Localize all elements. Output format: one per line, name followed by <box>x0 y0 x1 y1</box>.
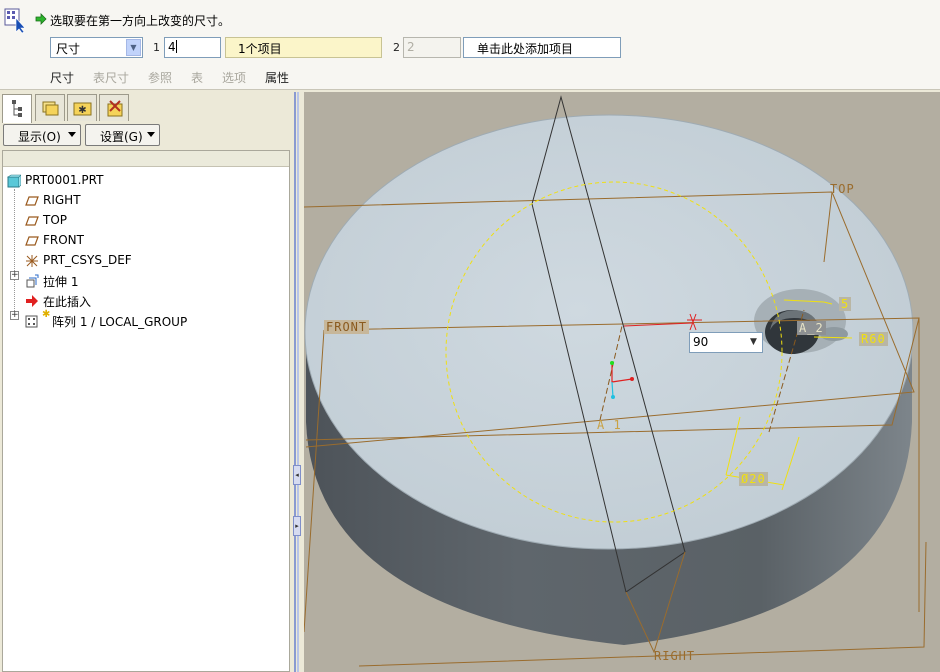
tab-connections[interactable] <box>99 94 129 121</box>
part-icon <box>7 174 22 188</box>
show-menu-button[interactable]: 显示(O) <box>3 124 81 146</box>
pattern-icon <box>25 314 39 328</box>
direction1-collector[interactable]: 1个项目 <box>225 37 382 58</box>
plane-label-front[interactable]: FRONT <box>324 320 370 334</box>
expand-right-icon[interactable]: ▸ <box>293 516 301 536</box>
collapse-left-icon[interactable]: ◂ <box>293 465 301 485</box>
tab-model-tree[interactable] <box>2 94 32 123</box>
expand-icon[interactable]: + <box>10 271 19 280</box>
tab-tables[interactable]: 表 <box>191 69 203 86</box>
extrude-icon <box>25 274 39 288</box>
dimension-type-value: 尺寸 <box>56 42 81 56</box>
direction1-number: 1 <box>153 41 160 54</box>
tab-options[interactable]: 选项 <box>222 69 246 86</box>
dimension-type-select[interactable]: 尺寸 ▼ <box>50 37 143 58</box>
pattern-dashboard: 选取要在第一方向上改变的尺寸。 尺寸 ▼ 1 4 1个项目 2 2 单击此处添加… <box>0 0 940 90</box>
folder-icon <box>42 101 59 116</box>
model-tree: PRT0001.PRT RIGHT TOP FRONT PRT_CSYS_DEF… <box>2 150 290 672</box>
graphics-window[interactable]: TOP FRONT RIGHT A_1 A_2 5 R60 Ø20 90 ▼ <box>304 92 940 672</box>
navigator-panel: ✱ 显示(O) 设置(G) PRT0001.PRT RIGHT TOP FRON… <box>0 90 298 672</box>
csys-y-dot <box>610 361 614 365</box>
tab-references[interactable]: 参照 <box>148 69 172 86</box>
panel-splitter[interactable]: ◂ ▸ <box>290 90 304 672</box>
plane-label-right[interactable]: RIGHT <box>654 649 695 663</box>
model-view <box>304 92 940 672</box>
text-caret <box>175 40 177 53</box>
tools-icon <box>107 100 123 117</box>
svg-text:✱: ✱ <box>78 105 86 116</box>
tree-item-label: 阵列 1 / LOCAL_GROUP <box>52 315 188 329</box>
tab-table-dimensions[interactable]: 表尺寸 <box>93 69 129 86</box>
favorites-folder-icon: ✱ <box>73 102 92 116</box>
tree-item-label: PRT_CSYS_DEF <box>43 253 132 267</box>
splitter-bar <box>297 92 299 672</box>
tree-item-label: FRONT <box>43 233 84 247</box>
axis-label-a2[interactable]: A_2 <box>797 321 826 335</box>
plane-label-top[interactable]: TOP <box>830 182 855 196</box>
datum-plane-icon <box>25 214 39 228</box>
tree-connector <box>14 189 15 315</box>
dimension-diameter[interactable]: Ø20 <box>739 472 768 486</box>
dimension-increment-input[interactable]: 90 ▼ <box>689 332 763 353</box>
model-tree-icon <box>12 100 22 117</box>
chevron-down-icon[interactable]: ▼ <box>746 334 761 351</box>
tree-item-label: TOP <box>43 213 68 227</box>
dropdown-arrow-icon <box>68 132 76 137</box>
splitter-bar <box>294 92 296 672</box>
direction2-collector[interactable]: 单击此处添加项目 <box>463 37 621 58</box>
new-feature-star-icon: ✱ <box>42 309 51 320</box>
datum-plane-icon <box>25 234 39 248</box>
direction1-count-input[interactable]: 4 <box>164 37 221 58</box>
settings-menu-button[interactable]: 设置(G) <box>85 124 160 146</box>
insert-arrow-icon <box>25 294 39 308</box>
direction2-number: 2 <box>393 41 400 54</box>
direction1-count-value: 4 <box>168 40 176 54</box>
dropdown-arrow-icon <box>147 132 155 137</box>
tree-item-label: RIGHT <box>43 193 81 207</box>
tab-folder-browser[interactable] <box>35 94 65 121</box>
pattern-tool-icon[interactable] <box>4 6 26 34</box>
dimension-radius[interactable]: R60 <box>859 332 888 346</box>
tab-properties[interactable]: 属性 <box>265 69 289 86</box>
tree-item-label: 拉伸 1 <box>43 275 79 289</box>
csys-z-dot <box>611 395 615 399</box>
show-menu-label: 显示(O) <box>18 130 61 144</box>
dimension-increment-value: 90 <box>693 335 709 349</box>
tree-root-label: PRT0001.PRT <box>25 173 104 187</box>
coordinate-system-icon <box>25 254 39 268</box>
tree-item-label: 在此插入 <box>43 295 92 309</box>
direction2-count-input[interactable]: 2 <box>403 37 461 58</box>
prompt-arrow-icon <box>35 13 47 28</box>
chevron-down-icon[interactable]: ▼ <box>126 39 141 56</box>
axis-label-a1[interactable]: A_1 <box>595 418 624 432</box>
prompt-message: 选取要在第一方向上改变的尺寸。 <box>50 14 231 28</box>
settings-menu-label: 设置(G) <box>100 130 143 144</box>
tree-column-header[interactable] <box>3 151 289 167</box>
datum-plane-icon <box>25 194 39 208</box>
dimension-depth[interactable]: 5 <box>839 297 852 311</box>
csys-x-dot <box>630 377 634 381</box>
expand-icon[interactable]: + <box>10 311 19 320</box>
tab-favorites[interactable]: ✱ <box>67 94 97 121</box>
tab-dimensions[interactable]: 尺寸 <box>50 69 74 86</box>
